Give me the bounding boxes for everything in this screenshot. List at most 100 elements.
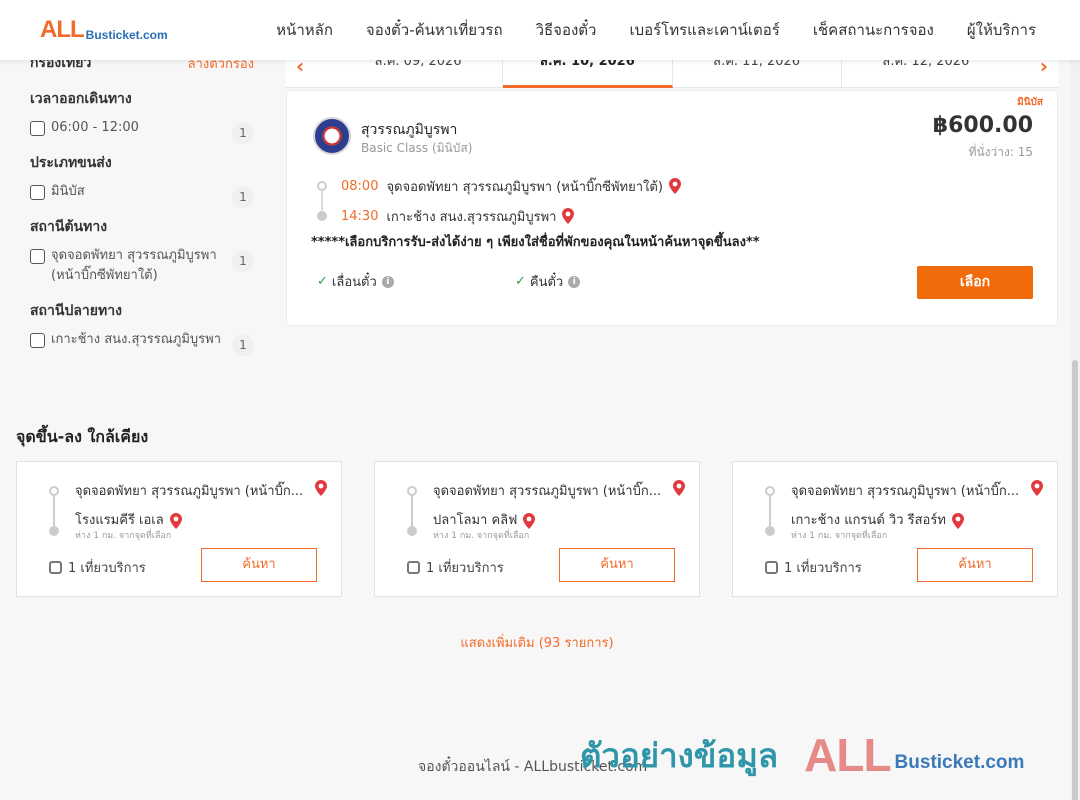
- nearby-card: จุดจอดพัทยา สุวรรณภูมิบูรพา (หน้าบิ๊ก...…: [16, 461, 342, 597]
- nav-operators[interactable]: ผู้ให้บริการ: [967, 18, 1036, 42]
- departure-place: จุดจอดพัทยา สุวรรณภูมิบูรพา (หน้าบิ๊กซีพ…: [386, 179, 663, 195]
- nearby-search-button[interactable]: ค้นหา: [917, 548, 1033, 582]
- checkbox[interactable]: [30, 333, 45, 348]
- departure-stop: 08:00 จุดจอดพัทยา สุวรรณภูมิบูรพา (หน้าบ…: [317, 171, 681, 201]
- map-pin-icon[interactable]: [315, 480, 327, 496]
- filter-option-origin[interactable]: จุดจอดพัทยา สุวรรณภูมิบูรพา (หน้าบิ๊กซีพ…: [30, 248, 254, 286]
- nearby-distance: ห่าง 1 กม. จากจุดที่เลือก: [75, 531, 172, 541]
- arrival-time: 14:30: [341, 208, 379, 224]
- seats-available: ที่นั่งว่าง: 15: [968, 145, 1033, 159]
- nearby-to: เกาะช้าง แกรนด์ วิว รีสอร์ท: [791, 509, 964, 530]
- trip-count-label: 1 เที่ยวบริการ: [426, 561, 504, 576]
- stop-dot: [317, 211, 327, 221]
- trip-count-label: 1 เที่ยวบริการ: [68, 561, 146, 576]
- map-pin-icon[interactable]: [562, 208, 575, 224]
- service-class: Basic Class (มินิบัส): [361, 141, 473, 155]
- check-icon: ✓: [317, 274, 328, 289]
- filter-group-origin: สถานีต้นทาง: [30, 219, 108, 235]
- filter-count-badge: 1: [232, 334, 254, 356]
- filter-group-destination: สถานีปลายทาง: [30, 303, 122, 319]
- nearby-to-label: ปลาโลมา คลิฟ: [433, 513, 518, 528]
- check-icon: ✓: [515, 274, 526, 289]
- arrival-place: เกาะช้าง สนง.สุวรรณภูมิบูรพา: [386, 209, 557, 225]
- nearby-distance: ห่าง 1 กม. จากจุดที่เลือก: [791, 531, 888, 541]
- map-pin-icon[interactable]: [1031, 480, 1043, 496]
- watermark-logo-all: ALL: [804, 729, 891, 781]
- map-pin-icon[interactable]: [951, 512, 964, 529]
- nearby-from: จุดจอดพัทยา สุวรรณภูมิบูรพา (หน้าบิ๊ก...: [791, 484, 1020, 499]
- sample-data-watermark: ตัวอย่างข้อมูล ALL Busticket.com: [580, 728, 1024, 782]
- departure-time: 08:00: [341, 178, 379, 194]
- bus-icon: [765, 561, 778, 574]
- nearby-to-label: เกาะช้าง แกรนด์ วิว รีสอร์ท: [791, 513, 946, 528]
- watermark-text: ตัวอย่างข้อมูล: [580, 735, 779, 775]
- nearby-to-label: โรงแรมคีรี เอเล: [75, 513, 164, 528]
- pickup-note: *****เลือกบริการรับ-ส่งได้ง่าย ๆ เพียงใส…: [311, 235, 760, 250]
- filter-option-destination[interactable]: เกาะช้าง สนง.สุวรรณภูมิบูรพา 1: [30, 332, 254, 356]
- trip-price: ฿600.00: [932, 113, 1033, 138]
- nearby-search-button[interactable]: ค้นหา: [559, 548, 675, 582]
- route-line: [53, 492, 55, 530]
- feature-label: เลื่อนตั๋ว: [331, 275, 377, 290]
- nav-home[interactable]: หน้าหลัก: [276, 18, 333, 42]
- arrival-stop: 14:30 เกาะช้าง สนง.สุวรรณภูมิบูรพา: [317, 201, 681, 231]
- trip-count: 1 เที่ยวบริการ: [49, 557, 146, 578]
- map-pin-icon[interactable]: [523, 512, 536, 529]
- stop-dot: [317, 181, 327, 191]
- filter-option-label: จุดจอดพัทยา สุวรรณภูมิบูรพา (หน้าบิ๊กซีพ…: [51, 248, 217, 283]
- info-icon[interactable]: i: [381, 275, 394, 288]
- operator-logo: [313, 117, 351, 155]
- nearby-to: ปลาโลมา คลิฟ: [433, 509, 536, 530]
- map-pin-icon[interactable]: [668, 178, 681, 194]
- page-scrollbar[interactable]: [1070, 60, 1080, 800]
- checkbox[interactable]: [30, 249, 45, 264]
- watermark-logo-busticket: Busticket.com: [894, 752, 1025, 773]
- filter-count-badge: 1: [232, 186, 254, 208]
- filter-option-type[interactable]: มินิบัส 1: [30, 184, 254, 208]
- nearby-card: จุดจอดพัทยา สุวรรณภูมิบูรพา (หน้าบิ๊ก...…: [732, 461, 1058, 597]
- top-navbar: ALL Busticket.com หน้าหลัก จองตั๋ว-ค้นหา…: [0, 0, 1080, 60]
- route-line: [411, 492, 413, 530]
- route-stops: 08:00 จุดจอดพัทยา สุวรรณภูมิบูรพา (หน้าบ…: [317, 171, 681, 231]
- info-icon[interactable]: i: [568, 275, 581, 288]
- trip-count: 1 เที่ยวบริการ: [407, 557, 504, 578]
- stop-dot: [407, 486, 417, 496]
- site-logo[interactable]: ALL Busticket.com: [40, 16, 168, 43]
- main-nav: หน้าหลัก จองตั๋ว-ค้นหาเที่ยวรถ วิธีจองตั…: [243, 0, 1036, 60]
- nav-book-search[interactable]: จองตั๋ว-ค้นหาเที่ยวรถ: [366, 18, 503, 42]
- stop-dot: [49, 526, 59, 536]
- nearby-from: จุดจอดพัทยา สุวรรณภูมิบูรพา (หน้าบิ๊ก...: [433, 484, 662, 499]
- nearby-search-button[interactable]: ค้นหา: [201, 548, 317, 582]
- trip-count-label: 1 เที่ยวบริการ: [784, 561, 862, 576]
- nav-how-to-book[interactable]: วิธีจองตั๋ว: [536, 18, 597, 42]
- route-line: [769, 492, 771, 530]
- filter-option-label: 06:00 - 12:00: [51, 120, 139, 135]
- operator-name: สุวรรณภูมิบูรพา: [361, 122, 458, 138]
- stop-dot: [765, 526, 775, 536]
- logo-all: ALL: [40, 16, 85, 43]
- feature-reschedule: ✓ เลื่อนตั๋ว i: [317, 271, 394, 292]
- trip-count: 1 เที่ยวบริการ: [765, 557, 862, 578]
- map-pin-icon[interactable]: [169, 512, 182, 529]
- checkbox[interactable]: [30, 185, 45, 200]
- select-trip-button[interactable]: เลือก: [917, 266, 1033, 299]
- filter-option-time[interactable]: 06:00 - 12:00 1: [30, 120, 254, 144]
- trip-card: มินิบัส สุวรรณภูมิบูรพา Basic Class (มิน…: [286, 90, 1058, 326]
- nav-contact-counters[interactable]: เบอร์โทรและเคาน์เตอร์: [629, 18, 779, 42]
- filter-option-label: มินิบัส: [51, 184, 85, 199]
- feature-refund: ✓ คืนตั๋ว i: [515, 271, 581, 292]
- stop-dot: [407, 526, 417, 536]
- nav-check-booking[interactable]: เช็คสถานะการจอง: [813, 18, 934, 42]
- scrollbar-thumb[interactable]: [1072, 360, 1078, 800]
- stop-dot: [49, 486, 59, 496]
- checkbox[interactable]: [30, 121, 45, 136]
- filter-group-departure-time: เวลาออกเดินทาง: [30, 91, 132, 107]
- map-pin-icon[interactable]: [673, 480, 685, 496]
- nearby-distance: ห่าง 1 กม. จากจุดที่เลือก: [433, 531, 530, 541]
- bus-icon: [49, 561, 62, 574]
- show-more-link[interactable]: แสดงเพิ่มเติม (93 รายการ): [0, 632, 1074, 653]
- feature-label: คืนตั๋ว: [529, 275, 564, 290]
- nearby-to: โรงแรมคีรี เอเล: [75, 509, 182, 530]
- nearby-section-title: จุดขึ้น-ลง ใกล้เคียง: [16, 427, 149, 446]
- vehicle-type-badge: มินิบัส: [1017, 97, 1043, 108]
